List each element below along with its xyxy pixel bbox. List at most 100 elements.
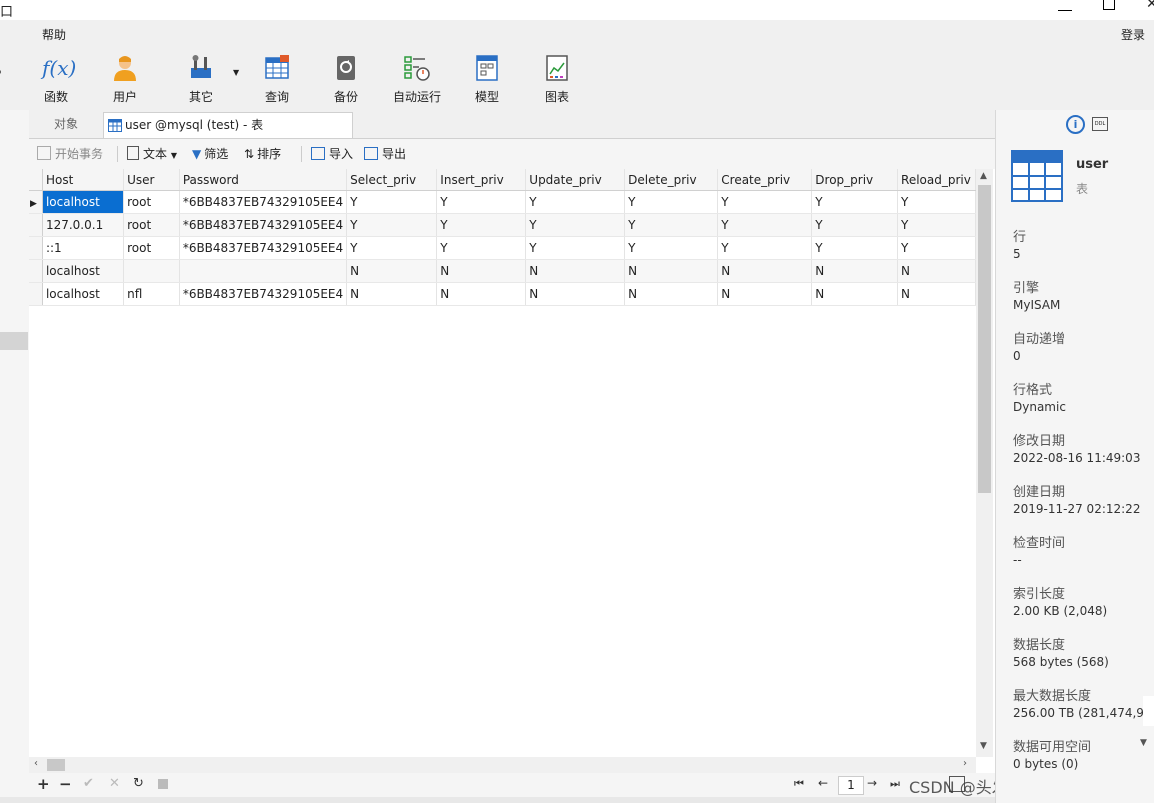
table-cell[interactable]: ::1 [42,236,125,260]
table-cell[interactable]: N [624,259,719,283]
table-cell[interactable]: Y [717,236,813,260]
column-header[interactable]: Drop_priv [811,169,899,191]
table-cell[interactable]: Y [525,213,626,237]
table-row[interactable]: localhost N N N N N N N [29,259,976,283]
table-row[interactable]: ▶ localhost root *6BB4837EB74329105EE4 Y… [29,190,976,214]
add-record-icon[interactable]: + [37,775,50,793]
begin-transaction-button[interactable]: 开始事务 [37,146,103,162]
export-button[interactable]: 导出 [364,146,406,162]
horizontal-scrollbar[interactable]: ‹ › [29,757,976,773]
table-cell[interactable]: Y [717,213,813,237]
table-cell[interactable]: localhost [42,259,125,283]
table-cell[interactable]: Y [436,213,527,237]
previous-page-icon[interactable]: ← [818,776,828,790]
first-page-icon[interactable]: ⏮ [794,777,804,791]
discard-changes-icon[interactable]: ✕ [109,776,120,791]
minimize-button[interactable] [1058,2,1072,11]
table-cell[interactable]: Y [436,236,527,260]
delete-record-icon[interactable]: − [59,775,72,793]
table-cell[interactable]: localhost [42,282,125,306]
table-cell[interactable]: Y [346,213,438,237]
page-number-input[interactable]: 1 [838,776,864,795]
text-view-button[interactable]: 文本 ▼ [127,146,177,162]
table-cell[interactable]: Y [811,236,899,260]
table-cell[interactable]: N [811,282,899,306]
table-cell[interactable]: N [525,282,626,306]
sort-button[interactable]: ⇅ 排序 [244,146,281,162]
table-cell[interactable]: N [436,282,527,306]
automation-button[interactable]: 自动运行 [387,52,447,106]
query-button[interactable]: 查询 [247,52,307,106]
table-cell[interactable]: *6BB4837EB74329105EE4 [179,190,348,214]
table-cell[interactable]: nfl [123,282,180,306]
table-cell[interactable]: 127.0.0.1 [42,213,125,237]
close-button[interactable]: ✕ [1146,0,1154,12]
other-dropdown-icon[interactable]: ▼ [233,68,239,77]
table-cell[interactable]: N [717,259,813,283]
table-cell[interactable]: Y [811,190,899,214]
model-button[interactable]: 模型 [457,52,517,106]
table-row[interactable]: 127.0.0.1 root *6BB4837EB74329105EE4 Y Y… [29,213,976,237]
import-button[interactable]: 导入 [311,146,353,162]
last-page-icon[interactable]: ⏭ [890,777,900,791]
function-button[interactable]: f(x) 函数 [26,52,86,106]
user-button[interactable]: 用户 [95,52,155,106]
table-cell[interactable]: Y [897,236,976,260]
horizontal-scroll-thumb[interactable] [47,759,65,771]
table-cell[interactable]: N [811,259,899,283]
navigation-selected-item[interactable] [0,332,28,350]
scroll-left-icon[interactable]: ‹ [34,758,38,769]
table-cell[interactable]: Y [717,190,813,214]
table-cell[interactable]: N [897,282,976,306]
table-cell[interactable]: N [897,259,976,283]
login-link[interactable]: 登录 [1121,26,1145,43]
vertical-scrollbar[interactable]: ▲ ▼ [976,169,993,757]
chart-button[interactable]: 图表 [527,52,587,106]
table-cell[interactable]: Y [436,190,527,214]
column-header[interactable]: Password [179,169,348,191]
table-cell[interactable]: localhost [42,190,125,214]
scroll-right-icon[interactable]: › [963,758,967,769]
next-page-icon[interactable]: → [867,776,877,790]
table-cell[interactable]: N [436,259,527,283]
tab-objects[interactable]: 对象 [29,112,103,137]
table-cell[interactable]: Y [897,213,976,237]
table-cell[interactable]: N [717,282,813,306]
column-header[interactable]: Reload_priv [897,169,976,191]
table-cell[interactable]: root [123,213,180,237]
panel-scroll-track[interactable] [1143,696,1154,726]
apply-changes-icon[interactable]: ✔ [83,776,94,791]
vertical-scroll-thumb[interactable] [978,185,991,493]
table-cell[interactable]: *6BB4837EB74329105EE4 [179,213,348,237]
table-cell[interactable]: Y [624,213,719,237]
table-cell[interactable] [179,259,348,283]
stop-icon[interactable] [158,779,168,789]
table-cell[interactable]: Y [897,190,976,214]
table-cell[interactable]: Y [346,236,438,260]
column-header[interactable]: User [123,169,180,191]
column-header[interactable]: Update_priv [525,169,626,191]
table-cell[interactable]: Y [624,190,719,214]
table-cell[interactable]: root [123,236,180,260]
ddl-icon[interactable]: DDL [1092,117,1108,131]
refresh-icon[interactable]: ↻ [133,776,144,791]
column-header[interactable]: Select_priv [346,169,438,191]
table-cell[interactable]: *6BB4837EB74329105EE4 [179,236,348,260]
info-icon[interactable]: i [1066,115,1085,134]
filter-button[interactable]: ▼ 筛选 [192,146,228,162]
column-header[interactable]: Delete_priv [624,169,719,191]
text-dropdown-icon[interactable]: ▼ [171,151,177,160]
table-row[interactable]: ::1 root *6BB4837EB74329105EE4 Y Y Y Y Y… [29,236,976,260]
column-header[interactable]: Host [42,169,125,191]
table-cell[interactable]: Y [624,236,719,260]
table-cell[interactable]: N [346,282,438,306]
panel-scroll-down-icon[interactable]: ▼ [1140,738,1147,748]
menu-help[interactable]: 帮助 [42,26,66,43]
table-cell[interactable]: root [123,190,180,214]
table-cell[interactable]: Y [346,190,438,214]
table-cell[interactable]: N [525,259,626,283]
scroll-up-icon[interactable]: ▲ [980,171,987,181]
table-cell[interactable] [123,259,180,283]
table-cell[interactable]: Y [525,190,626,214]
table-cell[interactable]: *6BB4837EB74329105EE4 [179,282,348,306]
